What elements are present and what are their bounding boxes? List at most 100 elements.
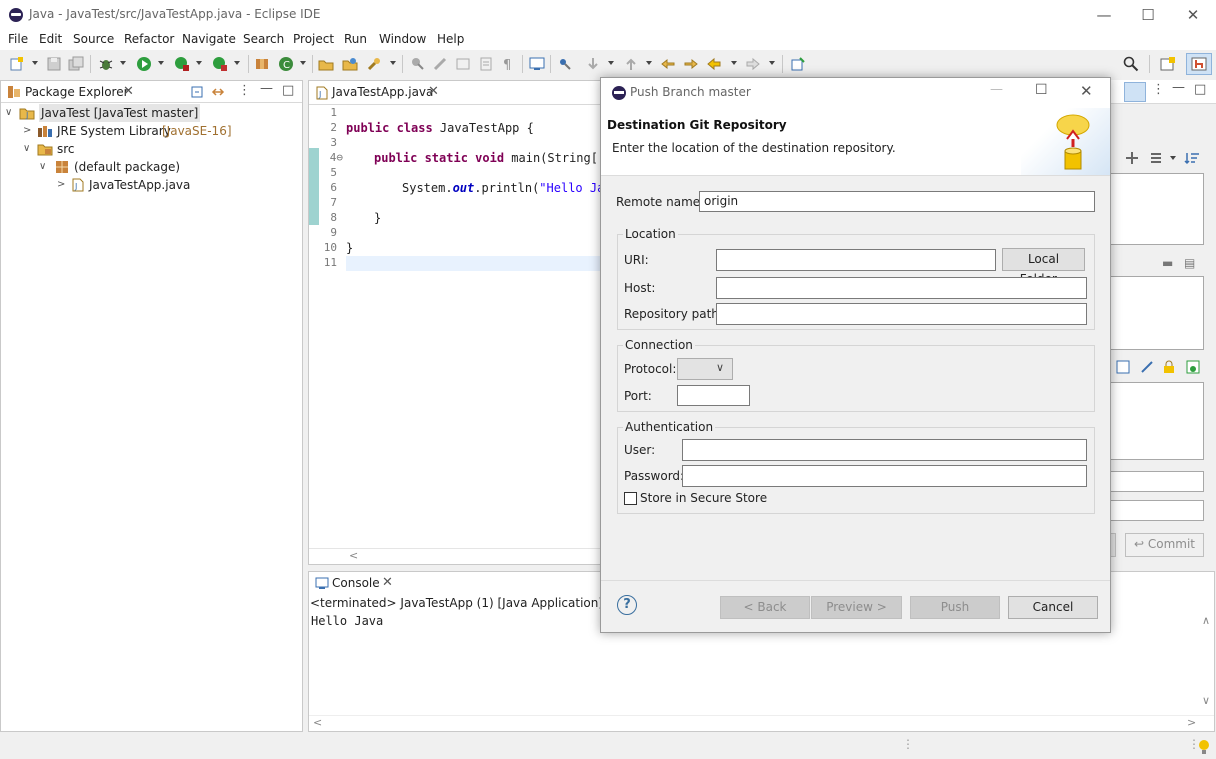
menu-search[interactable]: Search	[243, 32, 284, 46]
forward-dropdown-icon[interactable]	[769, 61, 775, 65]
help-icon[interactable]: ?	[617, 595, 637, 615]
previous-annotation-dropdown-icon[interactable]	[646, 61, 652, 65]
staged-changes-list[interactable]	[1108, 276, 1204, 350]
sort-icon[interactable]	[1184, 151, 1200, 165]
commit-button[interactable]: ↩ Commit	[1125, 533, 1204, 557]
toggle-annotation-icon[interactable]	[410, 56, 426, 72]
sign-off-icon[interactable]	[1186, 360, 1200, 374]
code-line[interactable]: }	[374, 211, 381, 226]
menu-file[interactable]: File	[8, 32, 28, 46]
horizontal-scrollbar[interactable]: <	[309, 548, 602, 564]
chevron-down-icon[interactable]: ∨	[5, 104, 12, 122]
show-whitespace-icon[interactable]: ¶	[500, 56, 516, 72]
remote-name-input[interactable]: origin	[699, 191, 1095, 212]
external-tools-icon[interactable]	[212, 56, 228, 72]
git-perspective-icon[interactable]	[1191, 56, 1207, 72]
compare-mode-toggle[interactable]	[1124, 82, 1146, 102]
console-output[interactable]: Hello Java	[311, 614, 383, 628]
secure-store-checkbox[interactable]	[624, 492, 637, 505]
horizontal-scrollbar[interactable]: < >	[309, 715, 1214, 731]
console-view-icon[interactable]	[529, 56, 545, 72]
menu-edit[interactable]: Edit	[39, 32, 62, 46]
code-line[interactable]: public class JavaTestApp {	[346, 121, 534, 136]
dialog-close-button[interactable]: ✕	[1080, 82, 1093, 100]
uri-input[interactable]	[716, 249, 996, 271]
previous-annotation-icon[interactable]	[623, 56, 639, 72]
forward-edit-location-icon[interactable]	[683, 56, 699, 72]
open-perspective-icon[interactable]	[1160, 56, 1176, 72]
protocol-select[interactable]: ∨	[677, 358, 733, 380]
presentation-icon[interactable]	[1148, 151, 1164, 165]
chevron-down-icon[interactable]: ∨	[39, 158, 46, 176]
search-dropdown-icon[interactable]	[390, 61, 396, 65]
view-menu-icon[interactable]: ⋮	[238, 83, 251, 98]
search-tool-icon[interactable]	[366, 56, 382, 72]
code-line[interactable]: System.out.println("Hello Jav	[402, 181, 612, 196]
search-icon[interactable]	[1123, 56, 1139, 72]
dialog-minimize-button[interactable]: —	[990, 82, 1003, 97]
lock-icon[interactable]	[1162, 360, 1176, 374]
back-icon[interactable]	[706, 56, 722, 72]
chevron-right-icon[interactable]: >	[57, 176, 65, 194]
back-dropdown-icon[interactable]	[731, 61, 737, 65]
add-to-index-icon[interactable]	[1124, 151, 1140, 165]
coverage-dropdown-icon[interactable]	[196, 61, 202, 65]
new-class-dropdown-icon[interactable]	[300, 61, 306, 65]
last-edit-location-icon[interactable]	[660, 56, 676, 72]
author-field[interactable]	[1108, 471, 1204, 492]
save-icon[interactable]	[46, 56, 62, 72]
open-type-icon[interactable]	[318, 56, 334, 72]
new-file-icon[interactable]	[9, 56, 25, 72]
coverage-icon[interactable]	[174, 56, 190, 72]
back-button[interactable]: < Back	[720, 596, 810, 619]
scroll-right-arrow-icon[interactable]: >	[1187, 716, 1196, 729]
cancel-button[interactable]: Cancel	[1008, 596, 1098, 619]
commit-message-icon[interactable]	[1116, 360, 1130, 374]
maximize-window-button[interactable]: ☐	[1137, 4, 1159, 26]
debug-dropdown-icon[interactable]	[120, 61, 126, 65]
link-with-editor-icon[interactable]	[211, 85, 225, 99]
user-input[interactable]	[682, 439, 1087, 461]
toggle-word-wrap-icon[interactable]	[455, 56, 471, 72]
open-task-icon[interactable]	[342, 56, 358, 72]
code-line[interactable]: public static void main(String[]	[374, 151, 605, 166]
close-window-button[interactable]: ✕	[1182, 4, 1204, 26]
skip-breakpoints-icon[interactable]	[557, 56, 573, 72]
maximize-view-icon[interactable]: □	[282, 83, 294, 98]
scroll-left-arrow-icon[interactable]: <	[313, 716, 322, 729]
menu-project[interactable]: Project	[293, 32, 334, 46]
chevron-down-icon[interactable]: ∨	[23, 140, 30, 158]
expand-icon[interactable]: ▤	[1184, 256, 1195, 270]
minimize-window-button[interactable]: —	[1093, 4, 1115, 26]
close-view-icon[interactable]: ✕	[123, 84, 134, 99]
close-editor-icon[interactable]: ✕	[428, 84, 439, 99]
port-input[interactable]	[677, 385, 750, 406]
push-button[interactable]: Push	[910, 596, 1000, 619]
console-tab-label[interactable]: Console	[332, 576, 380, 590]
menu-run[interactable]: Run	[344, 32, 367, 46]
secure-store-label[interactable]: Store in Secure Store	[640, 491, 767, 505]
menu-source[interactable]: Source	[73, 32, 114, 46]
minimize-view-icon[interactable]: —	[260, 81, 273, 96]
commit-message-text[interactable]	[1108, 382, 1204, 460]
menu-refactor[interactable]: Refactor	[124, 32, 174, 46]
code-line[interactable]: }	[346, 241, 353, 256]
menu-window[interactable]: Window	[379, 32, 426, 46]
amend-icon[interactable]	[1140, 360, 1154, 374]
pin-editor-icon[interactable]	[790, 56, 806, 72]
toggle-ant-editor-icon[interactable]	[432, 56, 448, 72]
line-number-folding[interactable]: 4⊖	[319, 151, 343, 164]
vertical-scrollbar[interactable]: ∧ ∨	[1199, 614, 1215, 714]
host-input[interactable]	[716, 277, 1087, 299]
minimize-view-icon[interactable]: —	[1172, 80, 1185, 95]
package-explorer-title[interactable]: Package Explorer	[25, 85, 129, 99]
external-tools-dropdown-icon[interactable]	[234, 61, 240, 65]
new-java-package-icon[interactable]	[254, 56, 270, 72]
chevron-right-icon[interactable]: >	[23, 122, 31, 140]
collapse-icon[interactable]: ▬	[1162, 256, 1173, 270]
password-input[interactable]	[682, 465, 1087, 487]
close-console-icon[interactable]: ✕	[382, 575, 393, 590]
dialog-maximize-button[interactable]: ☐	[1035, 82, 1048, 98]
preview-button[interactable]: Preview >	[811, 596, 902, 619]
scroll-down-arrow-icon[interactable]: ∨	[1202, 694, 1210, 707]
